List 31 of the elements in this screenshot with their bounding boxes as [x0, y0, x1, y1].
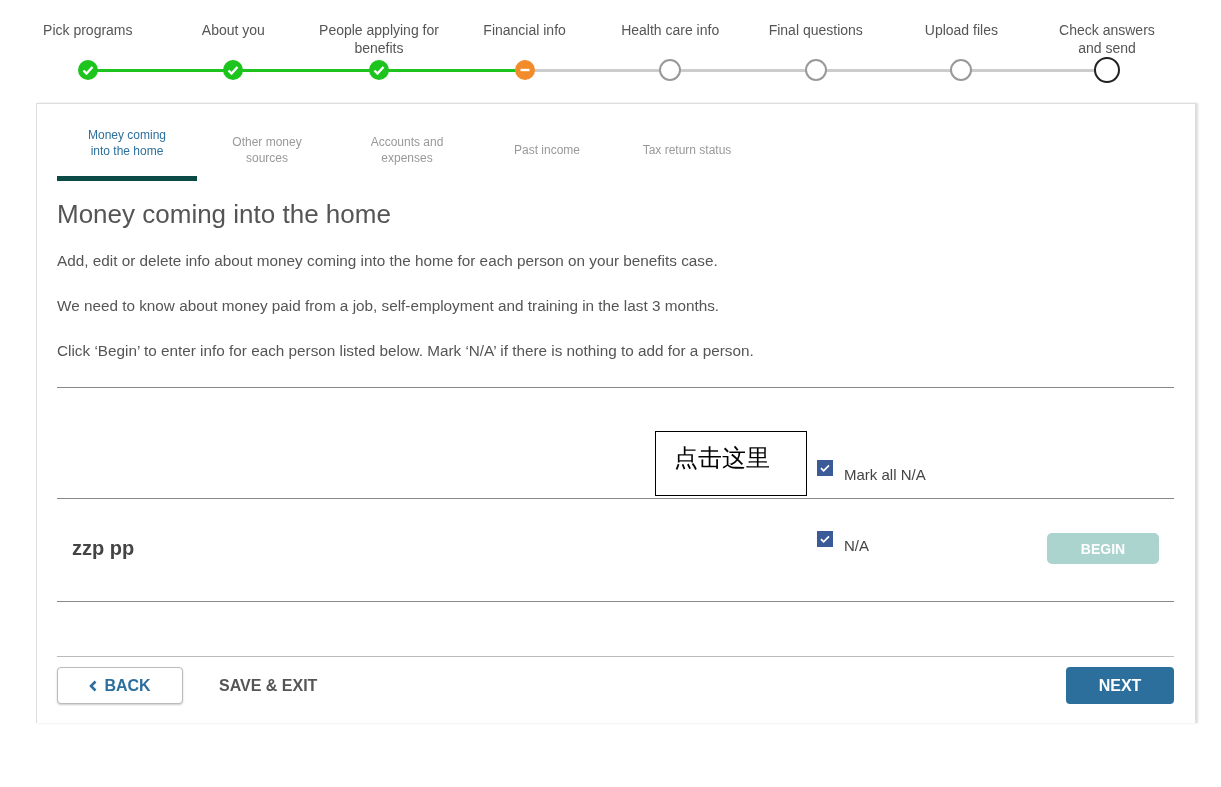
step-circle-icon — [950, 59, 973, 81]
step-label: People applying for benefits — [319, 21, 439, 57]
step-label: Final questions — [767, 21, 864, 40]
tab[interactable]: Past income — [477, 124, 617, 181]
back-button[interactable]: BACK — [57, 667, 183, 704]
paragraph: Add, edit or delete info about money coming into the home for each person on your benefits case. — [57, 252, 719, 270]
tab[interactable]: Money coming into the home — [57, 124, 197, 181]
tab[interactable]: Other money sources — [197, 124, 337, 181]
minus-icon — [514, 60, 535, 80]
step-label: Check answers and send — [1058, 21, 1156, 57]
next-button[interactable]: NEXT — [1066, 667, 1174, 704]
paragraph: We need to know about money paid from a job, self-employment and training in the last 3 months. — [57, 297, 721, 315]
step-label: Pick programs — [42, 21, 134, 40]
checkbox-label: N/A — [844, 537, 869, 554]
checkbox[interactable] — [817, 460, 833, 476]
step-label: About you — [200, 21, 266, 40]
step-circle-icon — [659, 59, 682, 81]
annotation-box: 点击这里 — [655, 431, 807, 496]
page-heading: Money coming into the home — [57, 199, 392, 230]
save-exit-link[interactable]: SAVE & EXIT — [215, 676, 322, 695]
paragraph: Click ‘Begin’ to enter info for each person listed below. Mark ‘N/A’ if there is nothing to add for a person. — [57, 342, 755, 360]
chevron-left-icon — [89, 679, 98, 692]
person-name: zzp pp — [72, 537, 135, 560]
step-circle-icon — [1093, 57, 1120, 83]
step-label: Health care info — [620, 21, 721, 40]
tab[interactable]: Accounts and expenses — [337, 124, 477, 181]
checkbox-label: Mark all N/A — [844, 466, 926, 483]
step-label: Upload files — [923, 21, 999, 40]
tab[interactable]: Tax return status — [617, 124, 757, 181]
step-label: Financial info — [482, 21, 567, 40]
step-circle-icon — [804, 59, 827, 81]
